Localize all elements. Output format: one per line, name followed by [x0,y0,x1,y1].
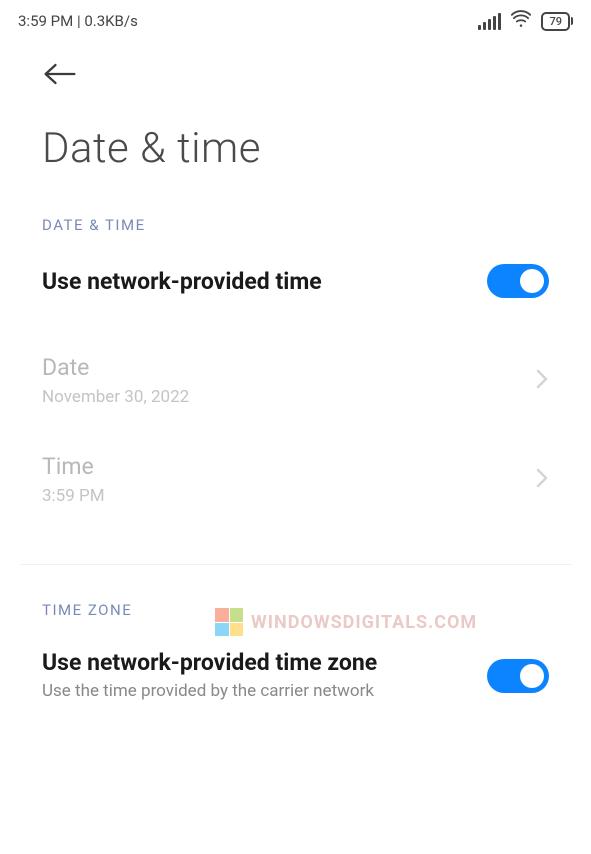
status-bar: 3:59 PM | 0.3KB/s 79 [0,0,591,40]
chevron-right-icon [535,467,549,493]
wifi-icon [511,10,531,32]
setting-use-network-time-label: Use network-provided time [42,268,322,295]
back-arrow-icon [42,60,78,88]
status-indicators: 79 [478,10,573,32]
setting-date-value: November 30, 2022 [42,387,189,407]
page-title: Date & time [0,102,591,208]
battery-level: 79 [549,15,562,28]
setting-use-network-time[interactable]: Use network-provided time [0,256,591,306]
section-header-date-time: DATE & TIME [0,208,591,256]
status-time: 3:59 PM [18,12,73,30]
setting-time-label: Time [42,453,105,480]
setting-date: Date November 30, 2022 [0,326,591,425]
battery-icon: 79 [541,12,573,31]
section-divider [20,564,571,565]
back-button[interactable] [0,40,591,102]
signal-icon [478,13,501,30]
chevron-right-icon [535,368,549,394]
toggle-use-network-time-zone[interactable] [487,659,549,693]
setting-time-value: 3:59 PM [42,486,105,506]
setting-use-network-time-zone-label: Use network-provided time zone [42,649,377,676]
toggle-knob [520,269,544,293]
status-time-data: 3:59 PM | 0.3KB/s [18,12,138,30]
setting-use-network-time-zone-subtitle: Use the time provided by the carrier net… [42,680,377,704]
setting-time: Time 3:59 PM [0,425,591,524]
section-header-time-zone: TIME ZONE [0,593,591,641]
status-data-rate: 0.3KB/s [84,12,138,30]
setting-date-label: Date [42,354,189,381]
toggle-use-network-time[interactable] [487,264,549,298]
setting-use-network-time-zone[interactable]: Use network-provided time zone Use the t… [0,641,591,712]
toggle-knob [520,664,544,688]
